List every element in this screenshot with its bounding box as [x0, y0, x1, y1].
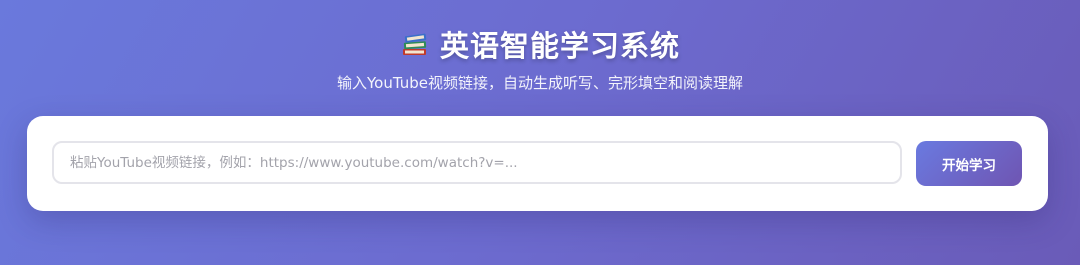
page-subtitle: 输入YouTube视频链接，自动生成听写、完形填空和阅读理解 [337, 74, 743, 92]
youtube-url-input[interactable] [52, 141, 902, 184]
page-header: 英语智能学习系统 输入YouTube视频链接，自动生成听写、完形填空和阅读理解 [0, 22, 1080, 93]
url-form-card: 开始学习 [27, 116, 1048, 211]
page-title: 英语智能学习系统 [439, 29, 680, 63]
start-learning-button[interactable]: 开始学习 [916, 141, 1022, 186]
books-icon [400, 29, 430, 59]
title-row: 英语智能学习系统 [0, 22, 1080, 66]
